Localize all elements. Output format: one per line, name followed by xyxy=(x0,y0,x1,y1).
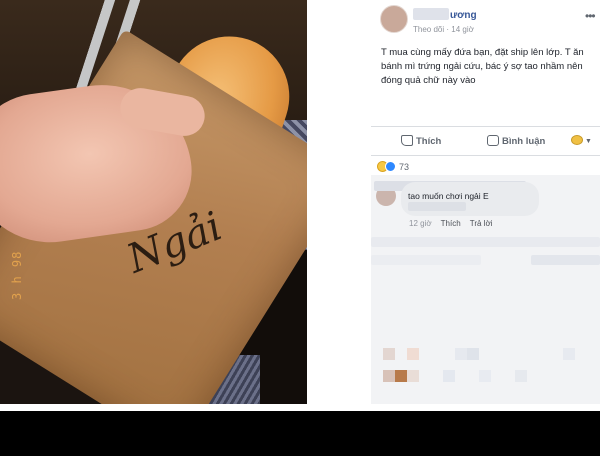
comment-like-link[interactable]: Thích xyxy=(441,219,461,228)
comment-button-label: Bình luận xyxy=(502,136,546,147)
mosaic-tile xyxy=(443,370,455,382)
reaction-face-icon xyxy=(571,135,583,145)
mosaic-tile xyxy=(383,348,395,360)
redacted-comment-row xyxy=(531,255,600,265)
mosaic-tile xyxy=(395,370,407,382)
like-button[interactable]: Thích xyxy=(401,135,441,147)
bottom-black-band xyxy=(0,411,600,456)
comment-button[interactable]: Bình luận xyxy=(487,135,545,147)
more-dots-icon[interactable]: ••• xyxy=(585,9,596,23)
photo-date-stamp: 3 h 98 xyxy=(10,250,24,300)
mosaic-tile xyxy=(467,348,479,360)
separator-gap xyxy=(0,404,600,411)
author-avatar[interactable] xyxy=(380,5,408,33)
post-panel: ương Theo dõi · 14 giờ ••• T mua cùng mấ… xyxy=(371,0,600,404)
mosaic-tile xyxy=(563,348,575,360)
chevron-down-icon: ▼ xyxy=(585,138,592,145)
author-name-redacted xyxy=(413,8,449,20)
action-bar: Thích Bình luận ▼ xyxy=(371,126,600,156)
redacted-comment-row xyxy=(371,255,481,265)
post-text: T mua cùng mấy đứa bạn, đặt ship lên lớp… xyxy=(381,47,584,86)
reactions-summary[interactable]: 73 xyxy=(377,161,409,175)
comment-icon xyxy=(487,135,499,146)
comment-reply-link[interactable]: Trả lời xyxy=(470,219,493,228)
follow-link[interactable]: Theo dõi xyxy=(413,25,444,34)
comment-text: tao muốn chơi ngải E xyxy=(408,191,489,201)
mosaic-tile xyxy=(515,370,527,382)
post-photo[interactable]: Ngải 3 h 98 xyxy=(0,0,307,404)
comment-meta: 12 giờ Thích Trả lời xyxy=(409,219,500,228)
mosaic-tile xyxy=(455,348,467,360)
like-button-label: Thích xyxy=(416,136,442,147)
comment-redacted-part xyxy=(408,202,466,211)
author-name[interactable]: ương xyxy=(450,10,477,21)
post-meta: Theo dõi · 14 giờ xyxy=(413,25,474,34)
reaction-selector[interactable]: ▼ xyxy=(571,135,592,146)
post-time[interactable]: 14 giờ xyxy=(451,25,474,34)
mosaic-tile xyxy=(383,370,395,382)
like-reaction-icon xyxy=(385,161,396,172)
mosaic-tile xyxy=(407,370,419,382)
mosaic-tile xyxy=(407,348,419,360)
redacted-comment-row xyxy=(371,237,600,247)
reaction-count: 73 xyxy=(399,162,410,172)
mosaic-tile xyxy=(479,370,491,382)
comment-time[interactable]: 12 giờ xyxy=(409,219,432,228)
comments-section: tao muốn chơi ngải E 12 giờ Thích Trả lờ… xyxy=(371,175,600,404)
thumbs-up-icon xyxy=(401,135,413,146)
